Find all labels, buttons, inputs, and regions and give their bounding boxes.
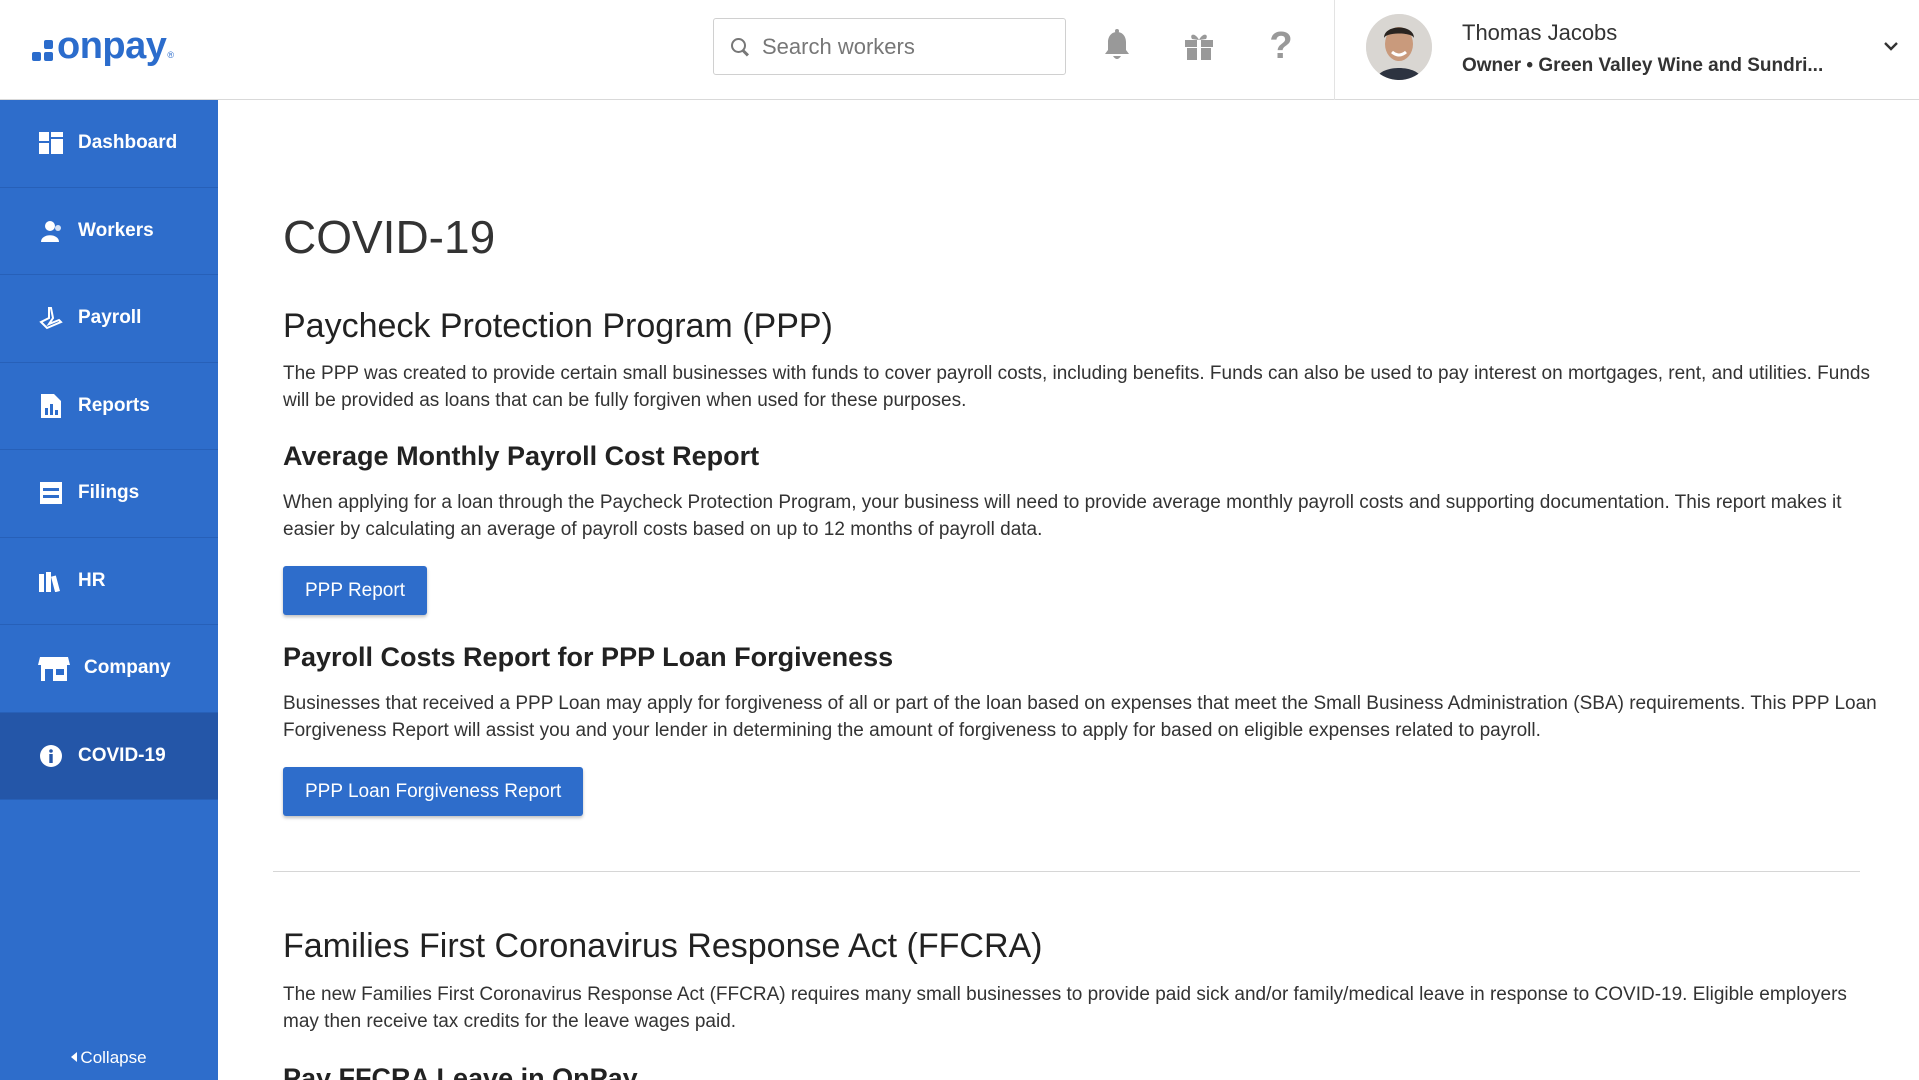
question-icon: ? [1269, 24, 1293, 67]
collapse-label: Collapse [80, 1048, 147, 1067]
avg-report-description: When applying for a loan through the Pay… [283, 492, 1842, 540]
ppp-heading: Paycheck Protection Program (PPP) [283, 307, 833, 345]
ppp-loan-forgiveness-report-button[interactable]: PPP Loan Forgiveness Report [283, 767, 584, 816]
sidebar-item-workers[interactable]: Workers [0, 188, 218, 275]
user-role-company: Owner • Green Valley Wine and Sundri... [1462, 55, 1824, 76]
sidebar-item-covid-19[interactable]: COVID-19 [0, 712, 218, 800]
help-button[interactable]: ? [1264, 25, 1298, 67]
main-content: COVID-19 Paycheck Protection Program (PP… [218, 101, 1919, 1080]
sidebar-item-label: Reports [78, 394, 150, 416]
user-name: Thomas Jacobs [1462, 20, 1618, 45]
bell-icon [1105, 29, 1129, 59]
ppp-report-button[interactable]: PPP Report [283, 566, 427, 615]
sidebar-item-label: Workers [78, 219, 154, 241]
logo-text: onpay [57, 24, 167, 67]
search-icon [730, 37, 750, 57]
logo-mark [32, 39, 53, 61]
filings-icon [38, 480, 64, 506]
sidebar-item-label: COVID-19 [78, 744, 166, 766]
onpay-logo[interactable]: onpay ® [32, 24, 175, 67]
sidebar-item-label: HR [78, 569, 106, 591]
sidebar-item-label: Filings [78, 482, 140, 504]
section-divider [273, 871, 1860, 872]
notifications-button[interactable] [1100, 28, 1134, 64]
sidebar-item-label: Dashboard [78, 132, 178, 154]
avatar [1366, 14, 1432, 80]
forgiveness-report-description: Businesses that received a PPP Loan may … [283, 693, 1877, 741]
user-menu[interactable]: Thomas Jacobs Owner • Green Valley Wine … [1334, 0, 1919, 100]
sidebar: Dashboard Workers Payroll Reports Filing… [0, 100, 218, 1080]
dashboard-icon [38, 130, 64, 156]
logo-registered-mark: ® [167, 50, 175, 60]
gift-icon [1185, 34, 1213, 60]
collapse-sidebar-button[interactable]: Collapse [0, 1048, 218, 1068]
ppp-description: The PPP was created to provide certain s… [283, 363, 1870, 411]
sidebar-item-hr[interactable]: HR [0, 538, 218, 625]
sidebar-item-payroll[interactable]: Payroll [0, 275, 218, 363]
reports-icon [38, 393, 64, 419]
sidebar-item-reports[interactable]: Reports [0, 363, 218, 450]
company-icon [38, 655, 70, 682]
payroll-icon [38, 305, 64, 331]
sidebar-item-label: Payroll [78, 307, 142, 329]
ffcra-heading: Families First Coronavirus Response Act … [283, 927, 1043, 965]
rewards-button[interactable] [1182, 28, 1216, 64]
search-box[interactable] [713, 18, 1066, 75]
avg-report-heading: Average Monthly Payroll Cost Report [283, 441, 760, 471]
search-input[interactable] [762, 33, 1052, 60]
chevron-down-icon[interactable] [1883, 38, 1899, 54]
sidebar-item-company[interactable]: Company [0, 625, 218, 713]
sidebar-item-label: Company [84, 657, 171, 679]
hr-icon [38, 568, 64, 594]
forgiveness-report-heading: Payroll Costs Report for PPP Loan Forgiv… [283, 642, 894, 672]
ffcra-pay-leave-heading: Pay FFCRA Leave in OnPay [283, 1063, 638, 1080]
workers-icon [38, 218, 64, 244]
chevron-left-icon [71, 1052, 78, 1062]
page-title: COVID-19 [283, 211, 496, 263]
sidebar-item-dashboard[interactable]: Dashboard [0, 100, 218, 188]
sidebar-item-filings[interactable]: Filings [0, 450, 218, 538]
top-header: onpay ® ? [0, 0, 1919, 100]
ffcra-description: The new Families First Coronavirus Respo… [283, 984, 1847, 1032]
info-icon [38, 743, 64, 769]
